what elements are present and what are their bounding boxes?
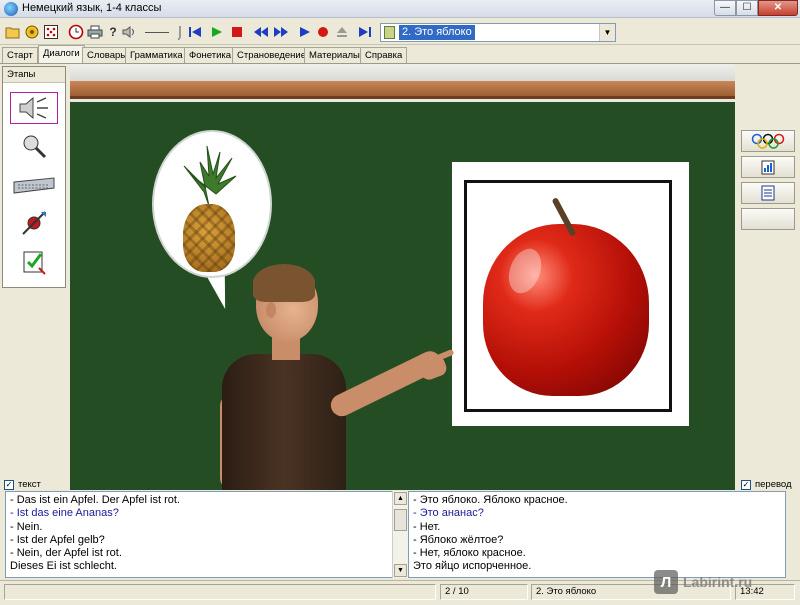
keyboard-icon <box>13 177 55 194</box>
tab-dictionary[interactable]: Словарь <box>82 47 131 63</box>
german-scrollbar[interactable]: ▲ ▼ <box>392 491 408 578</box>
pineapple-image <box>183 204 235 272</box>
german-line-current: - Ist das eine Ananas? <box>10 507 119 520</box>
clock-icon[interactable] <box>67 23 85 41</box>
stage-listen[interactable] <box>10 92 58 124</box>
print-icon[interactable] <box>86 23 104 41</box>
status-cell-empty <box>4 584 436 600</box>
tab-country-studies[interactable]: Страноведение <box>232 47 311 63</box>
play-alt-icon[interactable] <box>296 23 314 41</box>
stats-icon <box>761 160 775 175</box>
skip-end-icon[interactable] <box>356 23 374 41</box>
sound-icon[interactable] <box>120 23 138 41</box>
dart-icon <box>22 211 46 235</box>
russian-line-current: - Это ананас? <box>413 507 484 520</box>
dialogue-scene <box>70 64 735 490</box>
window-title: Немецкий язык, 1-4 классы <box>22 2 162 14</box>
boy-hair <box>253 264 315 302</box>
document-icon <box>384 26 395 39</box>
german-dialogue-pane[interactable]: - Das ist ein Apfel. Der Apfel ist rot. … <box>5 491 393 578</box>
boy-body <box>222 354 346 490</box>
german-line: - Nein, der Apfel ist rot. <box>10 547 122 560</box>
show-translation-label: перевод <box>755 479 792 490</box>
watermark-logo-icon: Л <box>654 570 678 594</box>
settings-icon[interactable] <box>23 23 41 41</box>
tab-help[interactable]: Справка <box>360 47 408 63</box>
pineapple-leaves-icon <box>183 145 237 206</box>
watermark: Л Labirint.ru <box>654 569 794 595</box>
olympic-button[interactable] <box>741 130 795 152</box>
german-line: Dieses Ei ist schlecht. <box>10 560 117 573</box>
tab-grammar[interactable]: Грамматика <box>125 47 188 63</box>
maximize-button[interactable]: ☐ <box>736 0 758 16</box>
minimize-button[interactable]: — <box>714 0 736 16</box>
stage-keyboard[interactable] <box>10 169 58 201</box>
dialogue-select[interactable]: 2. Это яблоко ▼ <box>380 23 616 42</box>
folder-open-icon[interactable] <box>4 23 22 41</box>
step-back-icon[interactable] <box>252 23 270 41</box>
record-icon[interactable] <box>314 23 332 41</box>
right-panel <box>735 64 800 490</box>
document-button[interactable] <box>741 182 795 204</box>
russian-line: - Нет. <box>413 520 441 533</box>
russian-line: - Нет, яблоко красное. <box>413 547 526 560</box>
title-bar: Немецкий язык, 1-4 классы — ☐ ✕ <box>0 0 800 18</box>
step-forward-icon[interactable] <box>272 23 290 41</box>
microphone-icon <box>23 135 47 159</box>
tab-start[interactable]: Старт <box>2 47 38 63</box>
volume-slider-icon[interactable] <box>144 23 170 41</box>
dialogue-select-value: 2. Это яблоко <box>399 25 475 40</box>
scroll-up-icon[interactable]: ▲ <box>394 492 407 505</box>
close-button[interactable]: ✕ <box>758 0 798 16</box>
status-page-counter: 2 / 10 <box>440 584 528 600</box>
chevron-down-icon[interactable]: ▼ <box>599 24 615 41</box>
tab-bar: Старт Диалоги Словарь Грамматика Фонетик… <box>0 45 800 64</box>
blank-button[interactable] <box>741 208 795 230</box>
scroll-thumb[interactable] <box>394 509 407 531</box>
clipboard-icon <box>23 251 46 275</box>
russian-line: - Это яблоко. Яблоко красное. <box>413 494 568 506</box>
play-icon[interactable] <box>208 23 226 41</box>
dice-icon[interactable] <box>42 23 60 41</box>
show-translation-checkbox[interactable]: ✓ перевод <box>741 478 792 491</box>
speaker-icon <box>19 96 48 120</box>
tab-dialogues[interactable]: Диалоги <box>38 45 85 63</box>
russian-dialogue-pane[interactable]: - Это яблоко. Яблоко красное. - Это анан… <box>408 491 786 578</box>
skip-start-icon[interactable] <box>186 23 204 41</box>
german-line: - Das ist ein Apfel. Der Apfel ist rot. <box>10 494 180 506</box>
stage-check[interactable] <box>10 245 58 277</box>
stages-header: Этапы <box>3 67 65 83</box>
russian-line: - Яблоко жёлтое? <box>413 533 504 546</box>
board-rail <box>70 81 735 99</box>
stages-panel: Этапы <box>2 66 66 288</box>
wall <box>70 64 735 81</box>
german-line: - Nein. <box>10 520 43 533</box>
show-text-checkbox[interactable]: ✓ текст <box>4 478 41 491</box>
stage-test[interactable] <box>10 207 58 239</box>
boy-ear <box>266 302 276 318</box>
apple-image <box>483 224 649 396</box>
german-line: - Ist der Apfel gelb? <box>10 533 105 546</box>
stage-speak[interactable] <box>10 131 58 163</box>
olympic-rings-icon <box>751 133 785 149</box>
tab-phonetics[interactable]: Фонетика <box>184 47 237 63</box>
show-text-checkbox-box[interactable]: ✓ <box>4 479 14 490</box>
tab-materials[interactable]: Материалы <box>304 47 365 63</box>
stats-button[interactable] <box>741 156 795 178</box>
app-icon <box>4 2 18 16</box>
watermark-text: Labirint.ru <box>683 574 753 590</box>
document-icon <box>761 185 775 201</box>
show-text-label: текст <box>18 479 41 490</box>
show-translation-checkbox-box[interactable]: ✓ <box>741 479 751 490</box>
scroll-down-icon[interactable]: ▼ <box>394 564 407 577</box>
stop-icon[interactable] <box>228 23 246 41</box>
eject-icon[interactable] <box>333 23 351 41</box>
